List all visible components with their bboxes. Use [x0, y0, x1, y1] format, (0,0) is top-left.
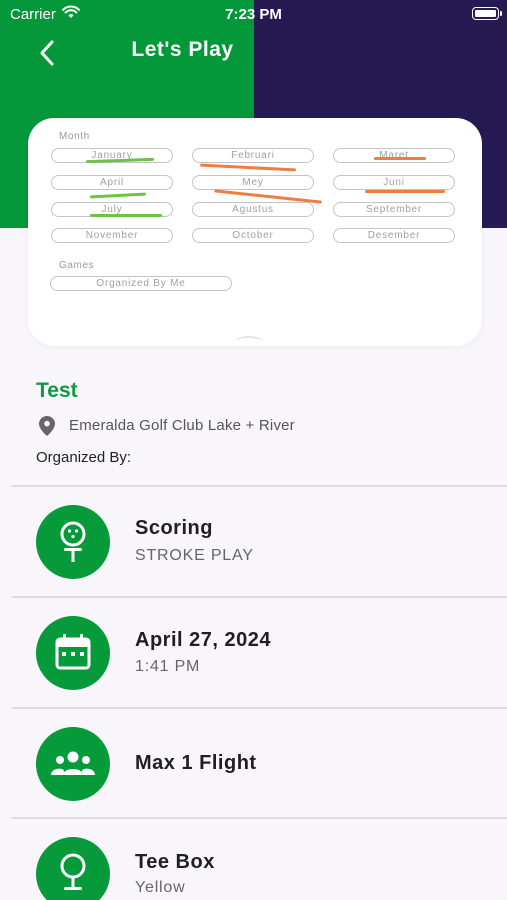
month-chip-maret[interactable]: Maret [333, 148, 455, 163]
status-bar: Carrier 7:23 PM [0, 0, 507, 30]
highlight-stroke [90, 214, 162, 217]
golf-ball-on-tee-icon [36, 505, 110, 579]
date-title: April 27, 2024 [135, 629, 271, 651]
highlight-stroke [374, 157, 426, 160]
event-name: Test [36, 379, 78, 402]
month-chip-mey[interactable]: Mey [192, 175, 314, 190]
time-value: 1:41 PM [135, 658, 201, 675]
filter-card: Month January Februari Maret April Mey J… [28, 118, 482, 346]
highlight-stroke [89, 192, 147, 199]
games-section-label: Games [59, 260, 95, 271]
flight-row[interactable]: Max 1 Flight [0, 709, 507, 817]
month-chip-october[interactable]: October [192, 228, 314, 243]
scoring-row[interactable]: Scoring STROKE PLAY [0, 487, 507, 595]
month-chip-februari[interactable]: Februari [192, 148, 314, 163]
month-chip-agustus[interactable]: Agustus [192, 202, 314, 217]
group-icon [36, 727, 110, 801]
month-chip-desember[interactable]: Desember [333, 228, 455, 243]
month-section-label: Month [59, 131, 90, 142]
scoring-title: Scoring [135, 517, 213, 539]
event-location: Emeralda Golf Club Lake + River [69, 417, 295, 434]
scoring-value: STROKE PLAY [135, 547, 254, 564]
organized-by-label: Organized By: [36, 449, 132, 466]
month-chip-september[interactable]: September [333, 202, 455, 217]
location-pin-icon [39, 416, 55, 436]
tee-box-value: Yellow [135, 879, 186, 896]
highlight-stroke [199, 163, 297, 172]
clock: 7:23 PM [225, 6, 282, 23]
tee-icon [36, 837, 110, 900]
tee-box-row[interactable]: Tee Box Yellow [0, 819, 507, 900]
calendar-icon [36, 616, 110, 690]
date-time-row[interactable]: April 27, 2024 1:41 PM [0, 598, 507, 706]
tee-box-title: Tee Box [135, 851, 215, 873]
games-chip-organized-by-me[interactable]: Organized By Me [50, 276, 232, 291]
month-chip-november[interactable]: November [51, 228, 173, 243]
month-chip-april[interactable]: April [51, 175, 173, 190]
card-page-indicator [235, 336, 263, 346]
page-title: Let's Play [131, 38, 234, 61]
battery-icon [472, 7, 502, 20]
month-chip-juni[interactable]: Juni [333, 175, 455, 190]
flight-title: Max 1 Flight [135, 752, 257, 774]
highlight-stroke [365, 190, 445, 193]
